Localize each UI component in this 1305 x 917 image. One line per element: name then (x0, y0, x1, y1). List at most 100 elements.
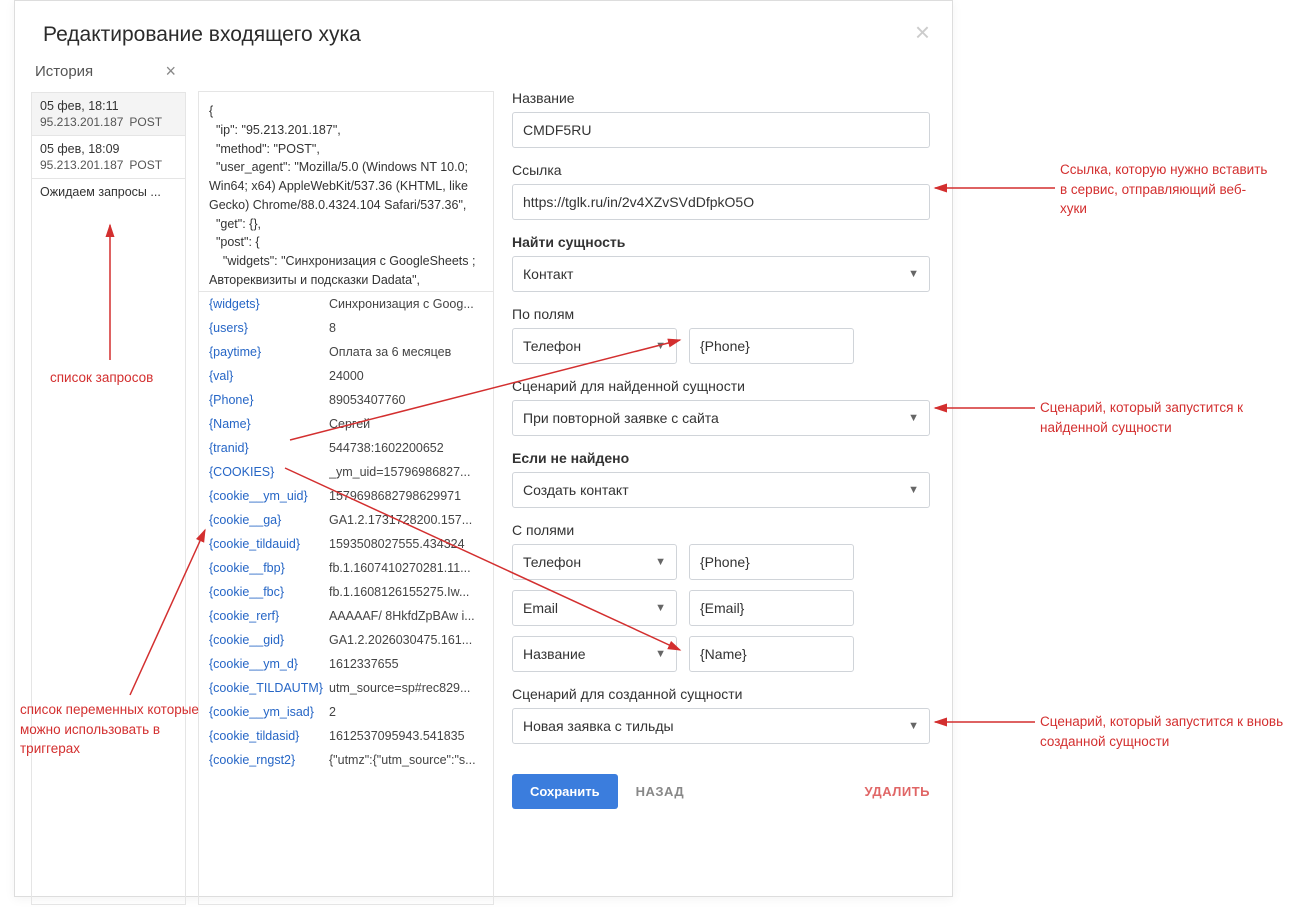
variable-key[interactable]: {tranid} (209, 441, 329, 455)
variable-row[interactable]: {cookie_tildasid}1612537095943.541835 (199, 724, 493, 748)
variable-value: AAAAAF/ 8HkfdZpBAw i... (329, 609, 483, 623)
byfields-label: По полям (512, 306, 930, 322)
variable-value: {"utmz":{"utm_source":"s... (329, 753, 483, 767)
variable-row[interactable]: {cookie__gid}GA1.2.2026030475.161... (199, 628, 493, 652)
variable-row[interactable]: {COOKIES}_ym_uid=15796986827... (199, 460, 493, 484)
variable-value: Синхронизация с Goog... (329, 297, 483, 311)
close-icon[interactable]: × (915, 19, 930, 45)
modal-title: Редактирование входящего хука (43, 23, 924, 47)
variable-key[interactable]: {cookie_tildasid} (209, 729, 329, 743)
history-time: 05 фев, 18:09 (40, 142, 177, 156)
variable-key[interactable]: {cookie__fbp} (209, 561, 329, 575)
withfields-label: С полями (512, 522, 930, 538)
variable-value: 89053407760 (329, 393, 483, 407)
chevron-down-icon: ▼ (908, 484, 919, 496)
variable-value: 8 (329, 321, 483, 335)
variable-key[interactable]: {cookie__fbc} (209, 585, 329, 599)
variable-key[interactable]: {cookie_TILDAUTM} (209, 681, 329, 695)
variable-row[interactable]: {val}24000 (199, 364, 493, 388)
link-label: Ссылка (512, 162, 930, 178)
form-actions: Сохранить НАЗАД УДАЛИТЬ (512, 774, 930, 809)
settings-form: Название Ссылка Найти сущность Контакт ▼… (506, 92, 936, 905)
back-button[interactable]: НАЗАД (636, 784, 685, 799)
variable-value: 2 (329, 705, 483, 719)
variable-row[interactable]: {cookie__fbp}fb.1.1607410270281.11... (199, 556, 493, 580)
variable-key[interactable]: {cookie__ga} (209, 513, 329, 527)
variable-row[interactable]: {cookie_tildauid}1593508027555.434324 (199, 532, 493, 556)
find-entity-label: Найти сущность (512, 234, 930, 250)
notfound-select[interactable]: Создать контакт ▼ (512, 472, 930, 508)
withfield-select[interactable]: Телефон▼ (512, 544, 677, 580)
link-input[interactable] (512, 184, 930, 220)
variable-key[interactable]: {widgets} (209, 297, 329, 311)
withfield-value-input[interactable] (689, 544, 854, 580)
notfound-label: Если не найдено (512, 450, 930, 466)
found-scenario-select[interactable]: При повторной заявке с сайта ▼ (512, 400, 930, 436)
name-label: Название (512, 90, 930, 106)
chevron-down-icon: ▼ (655, 648, 666, 660)
chevron-down-icon: ▼ (655, 340, 666, 352)
variable-row[interactable]: {cookie__ga}GA1.2.1731728200.157... (199, 508, 493, 532)
variable-row[interactable]: {paytime}Оплата за 6 месяцев (199, 340, 493, 364)
variables-column: { "ip": "95.213.201.187", "method": "POS… (198, 91, 494, 905)
history-clear-icon[interactable]: × (161, 61, 180, 82)
variable-key[interactable]: {users} (209, 321, 329, 335)
variable-value: Сергей (329, 417, 483, 431)
withfield-value-input[interactable] (689, 636, 854, 672)
variable-row[interactable]: {users}8 (199, 316, 493, 340)
variables-table[interactable]: {widgets}Синхронизация с Goog...{users}8… (199, 292, 493, 904)
withfield-select[interactable]: Email▼ (512, 590, 677, 626)
variable-row[interactable]: {cookie_rerf}AAAAAF/ 8HkfdZpBAw i... (199, 604, 493, 628)
variable-key[interactable]: {cookie_rerf} (209, 609, 329, 623)
variable-value: 1593508027555.434324 (329, 537, 483, 551)
variable-row[interactable]: {cookie__ym_uid}1579698682798629971 (199, 484, 493, 508)
variable-key[interactable]: {COOKIES} (209, 465, 329, 479)
variable-key[interactable]: {cookie__ym_uid} (209, 489, 329, 503)
withfield-row: Телефон▼ (512, 544, 930, 580)
byfield-value-input[interactable] (689, 328, 854, 364)
variable-row[interactable]: {cookie__fbc}fb.1.1608126155275.Iw... (199, 580, 493, 604)
variable-value: 1579698682798629971 (329, 489, 483, 503)
variable-key[interactable]: {paytime} (209, 345, 329, 359)
history-waiting: Ожидаем запросы ... (32, 179, 185, 205)
variable-key[interactable]: {val} (209, 369, 329, 383)
history-item[interactable]: 05 фев, 18:11 95.213.201.187POST (32, 93, 185, 136)
variable-row[interactable]: {cookie__ym_d}1612337655 (199, 652, 493, 676)
name-input[interactable] (512, 112, 930, 148)
variable-key[interactable]: {cookie__gid} (209, 633, 329, 647)
withfield-value-input[interactable] (689, 590, 854, 626)
history-time: 05 фев, 18:11 (40, 99, 177, 113)
variable-value: _ym_uid=15796986827... (329, 465, 483, 479)
annotation-requests-list: список запросов (50, 368, 153, 388)
history-header-row: История × (31, 61, 184, 88)
history-meta: 95.213.201.187POST (40, 158, 177, 172)
history-meta: 95.213.201.187POST (40, 115, 177, 129)
variable-value: fb.1.1607410270281.11... (329, 561, 483, 575)
variable-key[interactable]: {cookie__ym_d} (209, 657, 329, 671)
withfield-row: Email▼ (512, 590, 930, 626)
save-button[interactable]: Сохранить (512, 774, 618, 809)
find-entity-select[interactable]: Контакт ▼ (512, 256, 930, 292)
variable-key[interactable]: {cookie__ym_isad} (209, 705, 329, 719)
variable-row[interactable]: {widgets}Синхронизация с Goog... (199, 292, 493, 316)
withfield-select[interactable]: Название▼ (512, 636, 677, 672)
chevron-down-icon: ▼ (655, 556, 666, 568)
webhook-edit-modal: Редактирование входящего хука × История … (14, 0, 953, 897)
variable-key[interactable]: {cookie_rngst2} (209, 753, 329, 767)
variable-row[interactable]: {Name}Сергей (199, 412, 493, 436)
variable-row[interactable]: {tranid}544738:1602200652 (199, 436, 493, 460)
variable-row[interactable]: {cookie_rngst2}{"utmz":{"utm_source":"s.… (199, 748, 493, 772)
variable-row[interactable]: {cookie_TILDAUTM}utm_source=sp#rec829... (199, 676, 493, 700)
found-scenario-label: Сценарий для найденной сущности (512, 378, 930, 394)
variable-key[interactable]: {cookie_tildauid} (209, 537, 329, 551)
variable-key[interactable]: {Name} (209, 417, 329, 431)
variable-key[interactable]: {Phone} (209, 393, 329, 407)
variable-row[interactable]: {Phone}89053407760 (199, 388, 493, 412)
annotation-variables-list: список переменных которые можно использо… (20, 700, 210, 759)
byfield-select[interactable]: Телефон ▼ (512, 328, 677, 364)
delete-button[interactable]: УДАЛИТЬ (865, 784, 931, 799)
created-scenario-select[interactable]: Новая заявка с тильды ▼ (512, 708, 930, 744)
history-item[interactable]: 05 фев, 18:09 95.213.201.187POST (32, 136, 185, 179)
chevron-down-icon: ▼ (908, 412, 919, 424)
variable-row[interactable]: {cookie__ym_isad}2 (199, 700, 493, 724)
